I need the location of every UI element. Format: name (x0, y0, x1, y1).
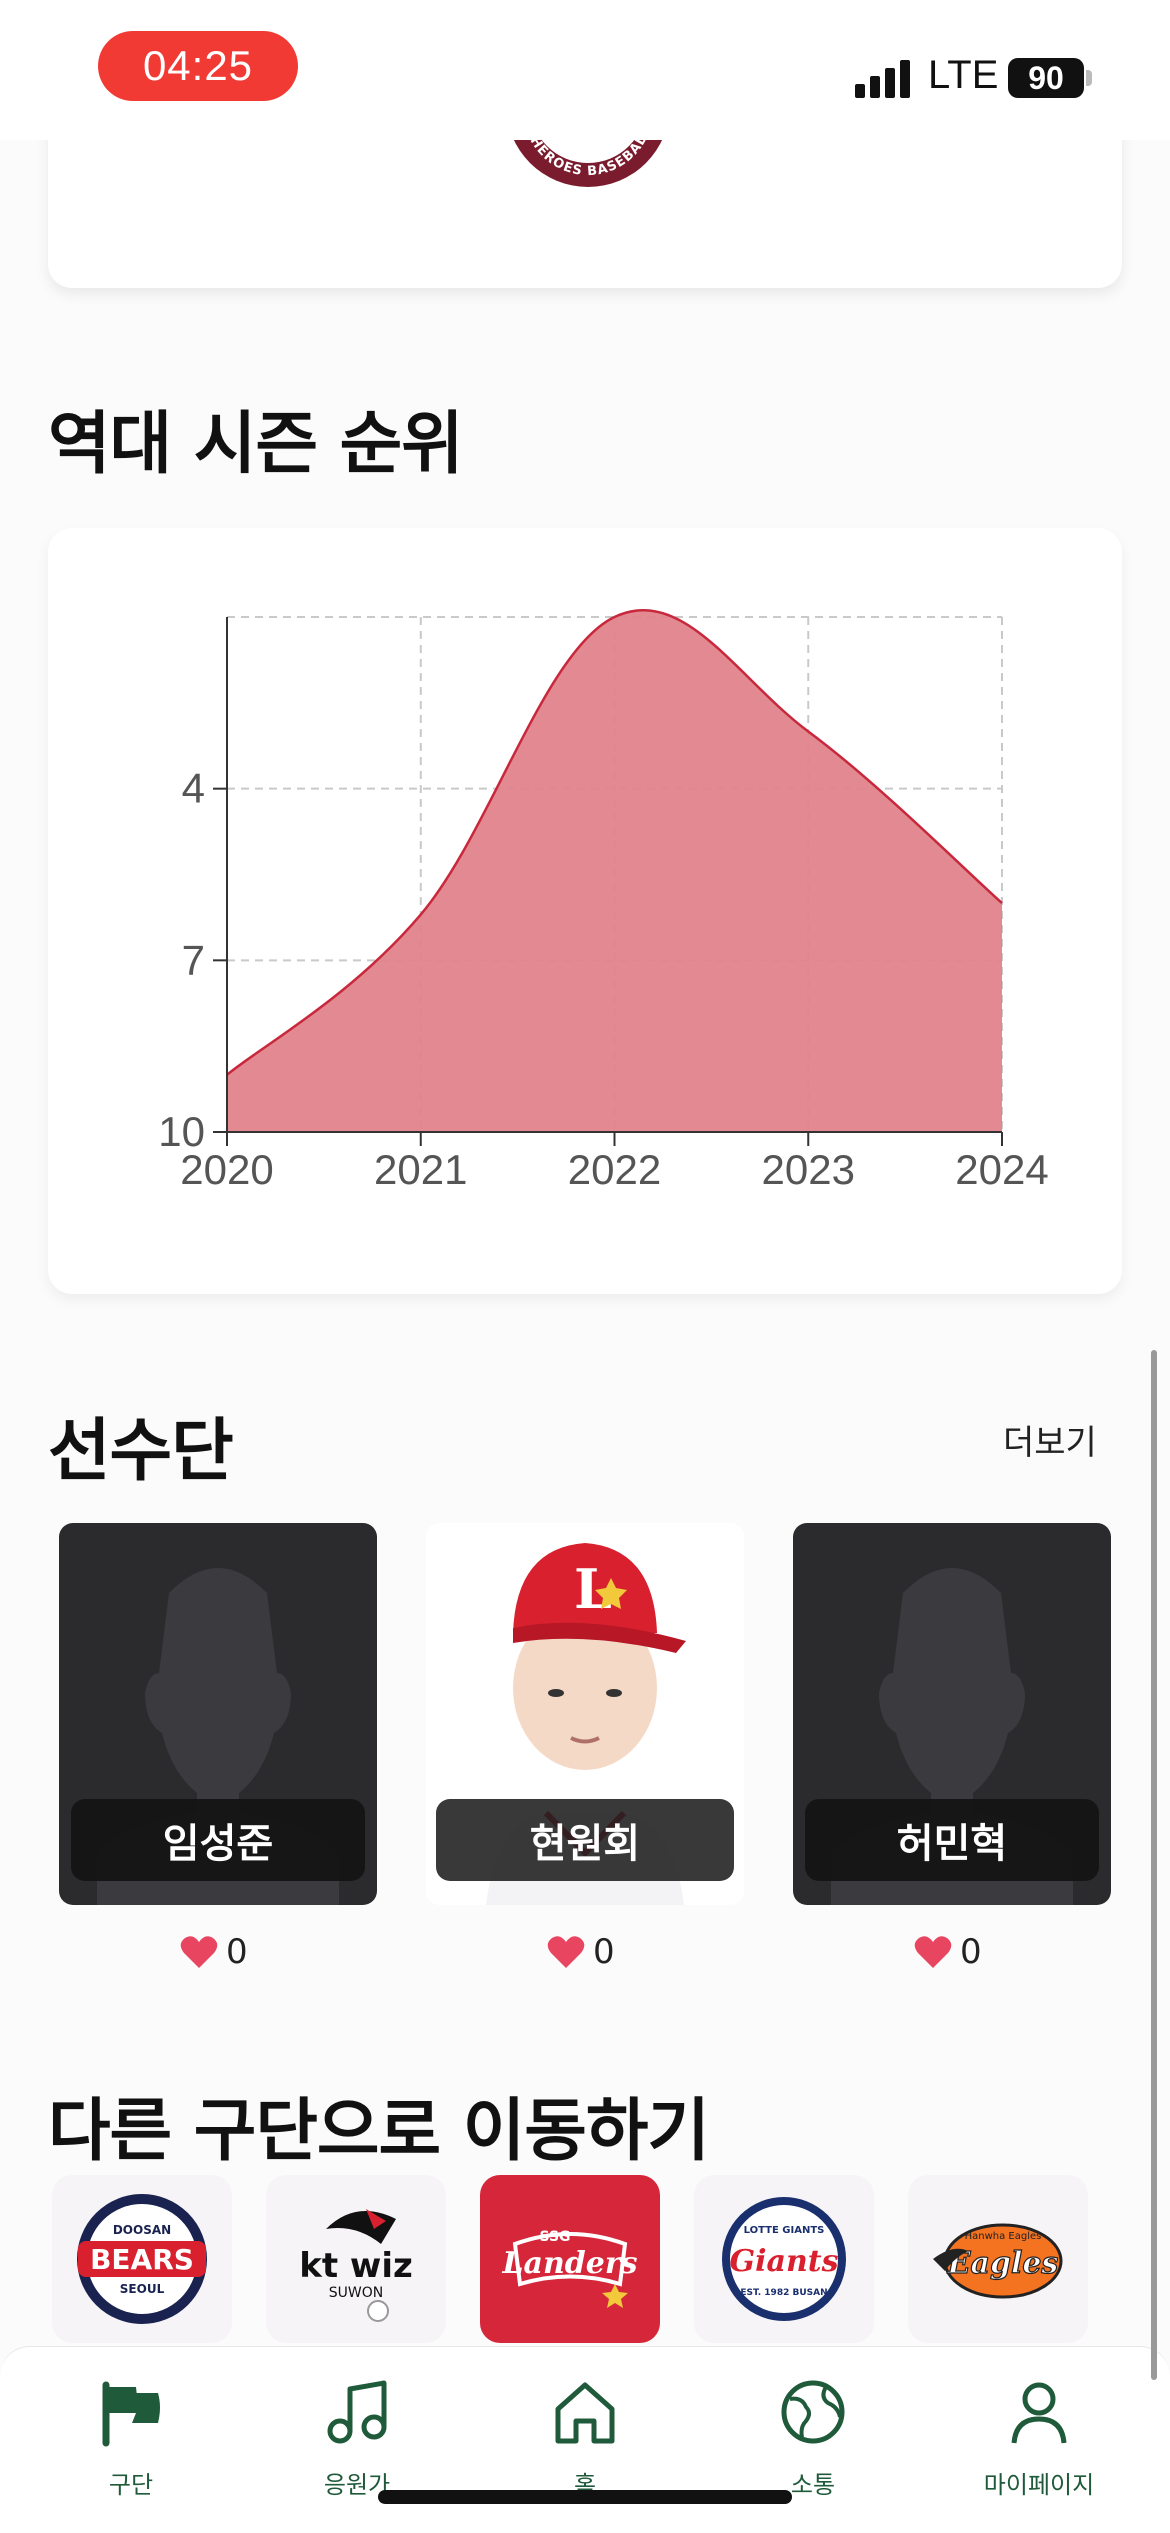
team-flag-icon (102, 2381, 160, 2447)
svg-text:Landers: Landers (501, 2246, 637, 2281)
landers-logo-icon: SSG Landers (501, 2229, 638, 2308)
team-tile-eagles[interactable]: Hanwha Eagles Eagles (908, 2175, 1088, 2343)
team-logo-list: DOOSAN BEARS SEOUL kt wiz SUWON SSG Land… (52, 2175, 1122, 2345)
svg-text:BEARS: BEARS (90, 2243, 194, 2276)
player-card[interactable]: 허민혁 (793, 1523, 1111, 1905)
x-tick-label: 2020 (180, 1146, 273, 1193)
player-name: 임성준 (71, 1799, 365, 1881)
tab-label: 마이페이지 (983, 2471, 1095, 2499)
season-rank-chart: 47102020 2021 2022 2023 2024 (158, 609, 1049, 1193)
svg-text:LOTTE GIANTS: LOTTE GIANTS (744, 2225, 825, 2236)
team-tile-ktwiz[interactable]: kt wiz SUWON (266, 2175, 446, 2343)
x-tick-label: 2023 (762, 1146, 855, 1193)
svg-text:Hanwha Eagles: Hanwha Eagles (965, 2231, 1042, 2242)
player-name: 허민혁 (805, 1799, 1099, 1881)
status-bar: 04:25 LTE 90 (0, 0, 1170, 140)
roster-title: 선수단 (48, 1412, 234, 1491)
roster-more-link[interactable]: 더보기 (1003, 1415, 1097, 1464)
season-rank-chart-card: 4 7 10 2020 2021 2022 2023 2024 (48, 528, 1122, 1294)
player-like[interactable]: 0 (914, 1930, 982, 1974)
svg-text:SSG: SSG (539, 2229, 570, 2245)
tab-label: 구단 (108, 2471, 154, 2499)
svg-text:SEOUL: SEOUL (120, 2282, 165, 2296)
network-type: LTE (928, 53, 999, 97)
svg-text:kt wiz: kt wiz (299, 2246, 413, 2286)
svg-text:Giants: Giants (729, 2244, 838, 2279)
svg-text:DOOSAN: DOOSAN (113, 2223, 171, 2237)
other-teams-title: 다른 구단으로 이동하기 (48, 2092, 710, 2171)
music-note-icon (327, 2380, 387, 2444)
tab-team[interactable]: 구단 (14, 2347, 248, 2533)
home-icon (555, 2382, 615, 2444)
signal-strength-icon (855, 58, 915, 98)
svg-text:SUWON: SUWON (329, 2285, 383, 2301)
player-like[interactable]: 0 (180, 1930, 248, 1974)
ktwiz-logo-icon: kt wiz SUWON (299, 2209, 413, 2322)
bottom-tab-bar: 구단 응원가 홈 소통 마이페이지 (0, 2346, 1170, 2533)
like-count: 0 (593, 1932, 615, 1972)
team-tile-landers[interactable]: SSG Landers (480, 2175, 660, 2343)
heart-icon (914, 1936, 952, 1968)
battery-icon: 90 (1008, 58, 1084, 98)
home-indicator[interactable] (378, 2490, 792, 2504)
tab-cheer-song[interactable]: 응원가 (240, 2347, 474, 2533)
svg-text:EST. 1982 BUSAN: EST. 1982 BUSAN (740, 2288, 827, 2298)
team-tile-giants[interactable]: LOTTE GIANTS Giants EST. 1982 BUSAN (694, 2175, 874, 2343)
player-card[interactable]: 임성준 (59, 1523, 377, 1905)
eagles-logo-icon: Hanwha Eagles Eagles (933, 2223, 1063, 2299)
tab-my-page[interactable]: 마이페이지 (922, 2347, 1156, 2533)
player-card[interactable]: L 현원회 (426, 1523, 744, 1905)
season-rank-title: 역대 시즌 순위 (48, 405, 464, 484)
status-time: 04:25 (98, 31, 298, 101)
y-tick-label: 7 (182, 936, 205, 983)
heart-icon (547, 1936, 585, 1968)
bears-logo-icon: DOOSAN BEARS SEOUL (77, 2194, 207, 2324)
team-info-card: SEOUL HEROES BASEBALL CLUB (48, 120, 1122, 288)
like-count: 0 (226, 1932, 248, 1972)
rank-area (227, 610, 1002, 1132)
player-name: 현원회 (436, 1799, 734, 1881)
heart-icon (180, 1936, 218, 1968)
globe-icon (781, 2380, 845, 2444)
battery-nub (1086, 70, 1092, 86)
like-count: 0 (960, 1932, 982, 1972)
team-tile-bears[interactable]: DOOSAN BEARS SEOUL (52, 2175, 232, 2343)
scrollbar[interactable] (1151, 1350, 1157, 2380)
y-tick-label: 4 (182, 765, 205, 812)
x-tick-label: 2022 (568, 1146, 661, 1193)
tab-home[interactable]: 홈 (468, 2347, 702, 2533)
x-tick-label: 2024 (955, 1146, 1048, 1193)
player-like[interactable]: 0 (547, 1930, 615, 1974)
profile-icon (1011, 2382, 1067, 2444)
x-tick-label: 2021 (374, 1146, 467, 1193)
giants-logo-icon: LOTTE GIANTS Giants EST. 1982 BUSAN (722, 2197, 846, 2321)
tab-community[interactable]: 소통 (696, 2347, 930, 2533)
